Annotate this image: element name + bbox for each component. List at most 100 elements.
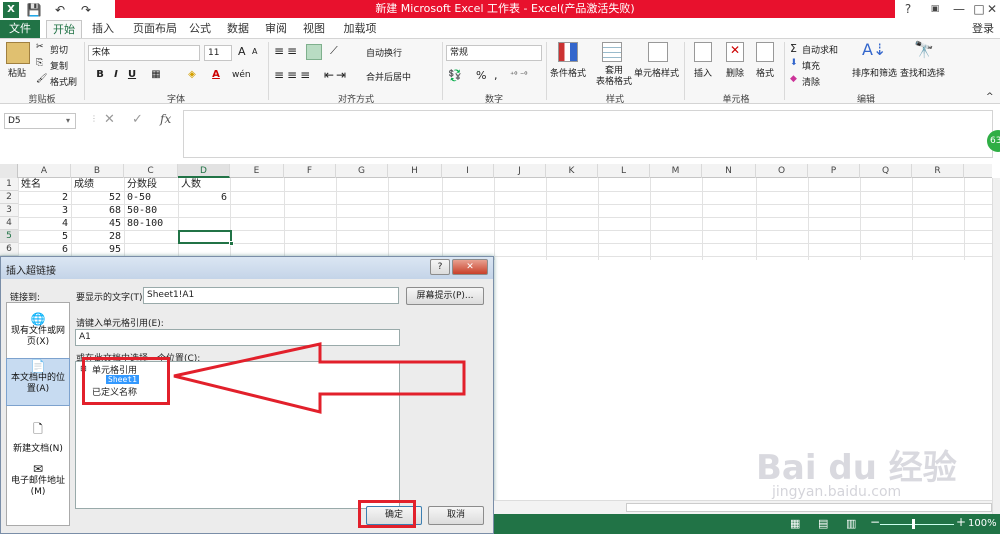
delete-cells-icon[interactable]: ✕ — [726, 42, 744, 62]
column-header[interactable]: F — [284, 164, 336, 178]
column-header[interactable]: D — [178, 164, 230, 178]
currency-icon[interactable]: 💱 — [448, 69, 462, 82]
indent-icons[interactable]: ⇤⇥ — [324, 68, 348, 82]
paste-icon[interactable] — [6, 42, 30, 64]
number-format-select[interactable]: 常规 — [446, 45, 542, 61]
collapse-ribbon-icon[interactable]: ^ — [986, 92, 994, 102]
zoom-level[interactable]: 100% — [968, 518, 997, 529]
insert-cells-icon[interactable] — [694, 42, 712, 62]
column-header[interactable]: P — [808, 164, 860, 178]
italic-button[interactable]: I — [108, 68, 124, 82]
cell[interactable]: 68 — [71, 204, 121, 217]
tab-insert[interactable]: 插入 — [88, 20, 118, 38]
cell[interactable]: 0-50 — [127, 191, 151, 204]
zoom-slider-thumb[interactable] — [912, 519, 915, 529]
dialog-help-button[interactable]: ? — [430, 259, 450, 275]
row-header[interactable]: 4 — [0, 217, 18, 230]
display-text-input[interactable]: Sheet1!A1 — [143, 287, 399, 304]
clear-icon[interactable]: ◆ — [790, 74, 797, 84]
vertical-align-icons[interactable]: ≡≡ — [274, 44, 300, 58]
cancel-entry-button[interactable]: ✕ — [104, 112, 115, 127]
copy-button[interactable]: 复制 — [50, 59, 68, 72]
enter-entry-button[interactable]: ✓ — [132, 112, 143, 127]
cell[interactable]: 4 — [18, 217, 68, 230]
sidebar-item-existing-file[interactable]: 🌐 现有文件或网 页(X) — [6, 312, 70, 352]
cell[interactable]: 5 — [18, 230, 68, 243]
copy-icon[interactable]: ⎘ — [36, 58, 43, 68]
tab-home[interactable]: 开始 — [46, 20, 82, 38]
format-painter-icon[interactable]: 🖌 — [36, 74, 47, 84]
name-box-dropdown-icon[interactable]: ▾ — [66, 116, 70, 125]
column-header[interactable]: N — [702, 164, 756, 178]
sort-filter-icon[interactable]: A⇣ — [862, 40, 886, 59]
insert-function-button[interactable]: fx — [160, 112, 171, 126]
conditional-format-button[interactable]: 条件格式 — [550, 66, 586, 79]
tab-page-layout[interactable]: 页面布局 — [130, 20, 180, 38]
fill-button[interactable]: 填充 — [802, 59, 820, 72]
row-header[interactable]: 3 — [0, 204, 18, 217]
vertical-scrollbar[interactable] — [992, 178, 1000, 514]
shrink-font-icon[interactable]: A — [252, 47, 257, 56]
bold-button[interactable]: B — [92, 68, 108, 82]
column-header[interactable]: E — [230, 164, 284, 178]
normal-view-icon[interactable]: ▦ — [790, 517, 800, 530]
tab-view[interactable]: 视图 — [300, 20, 328, 38]
find-select-button[interactable]: 查找和选择 — [900, 66, 945, 79]
autosum-icon[interactable]: Σ — [790, 42, 797, 55]
tab-file[interactable]: 文件 — [0, 20, 40, 38]
screen-tip-button[interactable]: 屏幕提示(P)... — [406, 287, 484, 305]
sidebar-item-new-document[interactable]: 🗋 新建文档(N) — [6, 420, 70, 454]
delete-cells-button[interactable]: 删除 — [726, 66, 744, 79]
cell[interactable]: 分数段 — [127, 178, 157, 191]
find-select-icon[interactable]: 🔭 — [914, 40, 934, 59]
cell[interactable] — [178, 217, 227, 230]
formula-input[interactable] — [183, 110, 993, 158]
redo-icon[interactable]: ↷ — [78, 2, 94, 18]
close-button[interactable]: ✕ — [984, 0, 1000, 18]
page-break-view-icon[interactable]: ▥ — [846, 517, 856, 530]
conditional-format-icon[interactable] — [558, 42, 578, 62]
fill-color-icon[interactable]: ◈ — [184, 68, 200, 82]
cell[interactable] — [178, 243, 227, 256]
row-header[interactable]: 2 — [0, 191, 18, 204]
cell[interactable]: 52 — [71, 191, 121, 204]
row-header[interactable]: 5 — [0, 230, 18, 243]
comma-button[interactable]: , — [494, 69, 498, 82]
scrollbar-thumb[interactable] — [626, 503, 992, 512]
font-size-select[interactable]: 11 — [204, 45, 232, 61]
column-header[interactable]: G — [336, 164, 388, 178]
column-header[interactable]: L — [598, 164, 650, 178]
cell[interactable]: 80-100 — [127, 217, 163, 230]
decimal-icons[interactable]: ⁺⁰ ⁻⁰ — [510, 70, 527, 79]
format-painter-button[interactable]: 格式刷 — [50, 75, 77, 88]
ribbon-display-icon[interactable]: ▣ — [924, 0, 946, 18]
orientation-icon[interactable]: ⟋ — [330, 44, 338, 58]
phonetic-icon[interactable]: wén — [232, 68, 251, 82]
format-table-button[interactable]: 套用 表格格式 — [596, 66, 632, 88]
cell[interactable]: 50-80 — [127, 204, 157, 217]
column-header[interactable]: Q — [860, 164, 912, 178]
help-icon[interactable]: ? — [897, 0, 919, 18]
column-header[interactable]: B — [71, 164, 124, 178]
borders-icon[interactable]: ▦ — [148, 68, 164, 82]
column-header[interactable]: H — [388, 164, 442, 178]
zoom-out-button[interactable]: − — [870, 515, 880, 529]
minimize-button[interactable]: — — [948, 0, 970, 18]
insert-cells-button[interactable]: 插入 — [694, 66, 712, 79]
percent-button[interactable]: % — [476, 69, 486, 82]
format-table-icon[interactable] — [602, 42, 622, 62]
column-header[interactable]: A — [18, 164, 71, 178]
bottom-align-icon[interactable] — [306, 44, 322, 60]
cell[interactable]: 人数 — [181, 178, 201, 191]
fill-icon[interactable]: ⬇ — [790, 58, 798, 68]
cut-icon[interactable]: ✂ — [36, 42, 44, 52]
cell-styles-icon[interactable] — [648, 42, 668, 62]
tab-data[interactable]: 数据 — [224, 20, 252, 38]
active-cell-selection[interactable] — [178, 230, 232, 244]
format-cells-button[interactable]: 格式 — [756, 66, 774, 79]
column-header[interactable]: C — [124, 164, 178, 178]
horizontal-align-icons[interactable]: ≡≡≡ — [274, 68, 313, 82]
column-header[interactable]: O — [756, 164, 808, 178]
underline-button[interactable]: U — [124, 68, 140, 82]
sidebar-item-place-in-document[interactable]: 📄 本文档中的位 置(A) — [6, 358, 70, 406]
